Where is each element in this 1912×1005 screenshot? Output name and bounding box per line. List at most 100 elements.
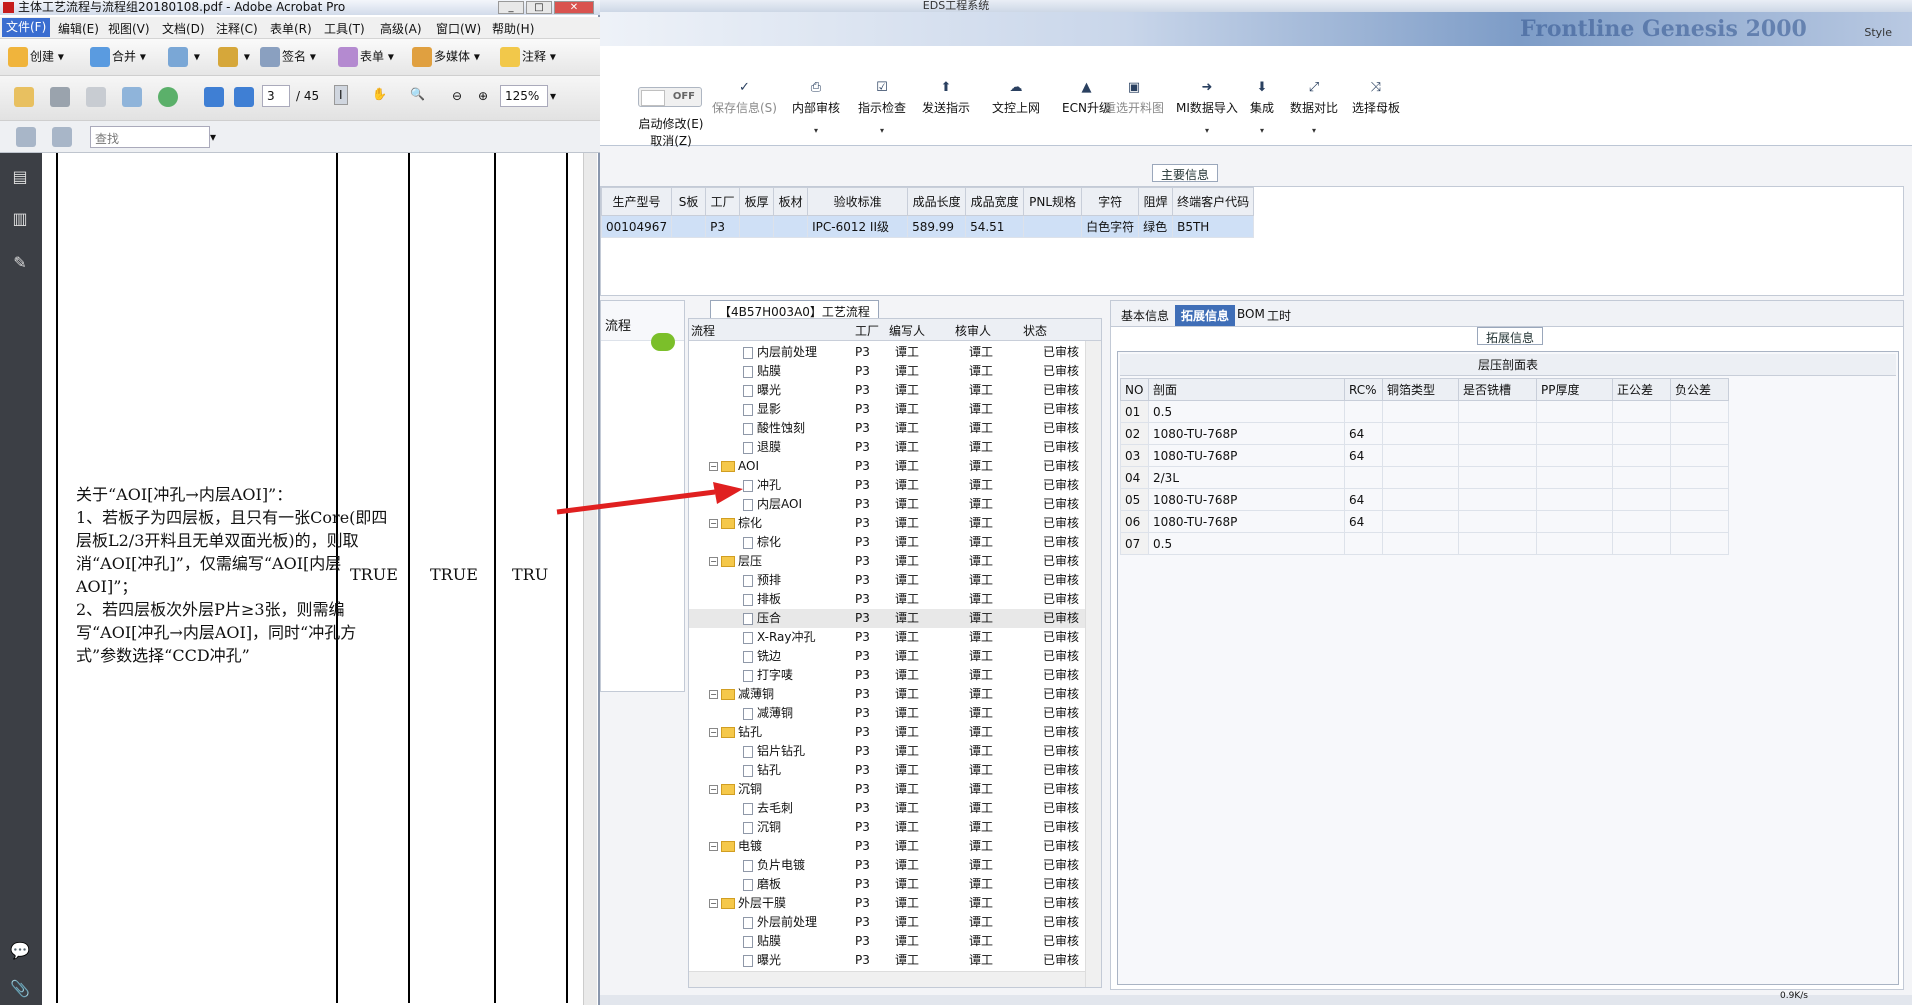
tree-node[interactable]: 打字唛 bbox=[743, 666, 793, 685]
tree-node[interactable]: 去毛刺 bbox=[743, 799, 793, 818]
tree-row[interactable]: 显影 P3 谭工 谭工 已审核 bbox=[689, 400, 1085, 419]
prev-page-icon[interactable] bbox=[204, 87, 226, 107]
tree-row[interactable]: 排板 P3 谭工 谭工 已审核 bbox=[689, 590, 1085, 609]
tree-row[interactable]: − 钻孔 P3 谭工 谭工 已审核 bbox=[689, 723, 1085, 742]
tree-row[interactable]: 冲孔 P3 谭工 谭工 已审核 bbox=[689, 476, 1085, 495]
menu-item[interactable]: 注释(C) bbox=[216, 20, 258, 37]
collapse-icon[interactable]: − bbox=[709, 462, 718, 471]
zoom-out-icon[interactable]: ⊖ bbox=[452, 89, 462, 103]
menu-item[interactable]: 文件(F) bbox=[2, 18, 51, 37]
collapse-icon[interactable]: − bbox=[709, 785, 718, 794]
menu-item[interactable]: 视图(V) bbox=[108, 20, 150, 37]
tree-row[interactable]: 去毛刺 P3 谭工 谭工 已审核 bbox=[689, 799, 1085, 818]
multimedia-button[interactable]: 多媒体 ▾ bbox=[412, 47, 480, 67]
tree-node[interactable]: − 层压 bbox=[709, 552, 762, 571]
menu-item[interactable]: 高级(A) bbox=[380, 20, 422, 37]
select-tool-icon[interactable]: I bbox=[334, 85, 348, 105]
attachments-icon[interactable]: 📎 bbox=[9, 979, 31, 1003]
comments-icon[interactable]: 💬 bbox=[9, 941, 31, 965]
tree-node[interactable]: 显影 bbox=[743, 400, 781, 419]
tree-row[interactable]: 预排 P3 谭工 谭工 已审核 bbox=[689, 571, 1085, 590]
tree-row[interactable]: 铣边 P3 谭工 谭工 已审核 bbox=[689, 647, 1085, 666]
menu-item[interactable]: 文档(D) bbox=[162, 20, 205, 37]
tree-row[interactable]: 曝光 P3 谭工 谭工 已审核 bbox=[689, 951, 1085, 970]
signatures-icon[interactable]: ✎ bbox=[9, 253, 31, 277]
ribbon-button[interactable]: ⬇ 集成 ▾ bbox=[1250, 80, 1274, 135]
tree-row[interactable]: − 电镀 P3 谭工 谭工 已审核 bbox=[689, 837, 1085, 856]
tree-node[interactable]: − 外层干膜 bbox=[709, 894, 786, 913]
tab[interactable]: 工时 bbox=[1261, 305, 1297, 326]
open-icon[interactable] bbox=[14, 87, 36, 107]
comment-button[interactable]: 注释 ▾ bbox=[500, 47, 556, 67]
sign-button[interactable]: 签名 ▾ bbox=[260, 47, 316, 67]
tree-row[interactable]: 棕化 P3 谭工 谭工 已审核 bbox=[689, 533, 1085, 552]
secure-button[interactable]: ▾ bbox=[218, 47, 250, 67]
comment-bubble-icon[interactable] bbox=[651, 333, 675, 351]
tree-row[interactable]: − 沉铜 P3 谭工 谭工 已审核 bbox=[689, 780, 1085, 799]
form-button[interactable]: 表单 ▾ bbox=[338, 47, 394, 67]
bookmarks-icon[interactable]: ▥ bbox=[9, 209, 31, 233]
menu-item[interactable]: 帮助(H) bbox=[492, 20, 534, 37]
ribbon-button[interactable]: ➜ MI数据导入 ▾ bbox=[1176, 80, 1238, 135]
tree-node[interactable]: 预排 bbox=[743, 571, 781, 590]
menu-item[interactable]: 编辑(E) bbox=[58, 20, 99, 37]
tree-node[interactable]: 排板 bbox=[743, 590, 781, 609]
tab[interactable]: 基本信息 bbox=[1115, 305, 1175, 326]
tree-node[interactable]: 退膜 bbox=[743, 438, 781, 457]
tree-row[interactable]: X-Ray冲孔 P3 谭工 谭工 已审核 bbox=[689, 628, 1085, 647]
tree-node[interactable]: 贴膜 bbox=[743, 362, 781, 381]
save-icon[interactable] bbox=[86, 87, 108, 107]
tree-row[interactable]: 钻孔 P3 谭工 谭工 已审核 bbox=[689, 761, 1085, 780]
tree-node[interactable]: 磨板 bbox=[743, 875, 781, 894]
table-row[interactable]: 00104967 P3 IPC-6012 II级 589.99 54.51 白色字符 绿色 B… bbox=[600, 215, 1255, 238]
menu-item[interactable]: 窗口(W) bbox=[436, 20, 481, 37]
zoom-tool-icon[interactable]: 🔍 bbox=[410, 87, 425, 101]
tree-row[interactable]: − 外层干膜 P3 谭工 谭工 已审核 bbox=[689, 894, 1085, 913]
tree-row[interactable]: 退膜 P3 谭工 谭工 已审核 bbox=[689, 438, 1085, 457]
ribbon-button[interactable]: ⬆ 发送指示 bbox=[922, 80, 970, 116]
tree-row[interactable]: − 层压 P3 谭工 谭工 已审核 bbox=[689, 552, 1085, 571]
page-number-input[interactable]: 3 bbox=[262, 85, 290, 107]
tree-node[interactable]: 内层前处理 bbox=[743, 343, 817, 362]
fit-page-icon[interactable] bbox=[16, 127, 38, 147]
create-button[interactable]: 创建 ▾ bbox=[8, 47, 64, 67]
menu-item[interactable]: 工具(T) bbox=[324, 20, 365, 37]
ribbon-button[interactable]: ✓ 保存信息(S) bbox=[712, 80, 777, 116]
tree-node[interactable]: − 电镀 bbox=[709, 837, 762, 856]
collapse-icon[interactable]: − bbox=[709, 728, 718, 737]
tree-node[interactable]: 负片电镀 bbox=[743, 856, 805, 875]
tree-row[interactable]: 贴膜 P3 谭工 谭工 已审核 bbox=[689, 362, 1085, 381]
ribbon-button[interactable]: ☁ 文控上网 bbox=[992, 80, 1040, 116]
cancel-button[interactable]: 取消(Z) bbox=[630, 133, 712, 150]
tree-row[interactable]: 打字唛 P3 谭工 谭工 已审核 bbox=[689, 666, 1085, 685]
table-row[interactable]: 02 1080-TU-768P 64 bbox=[1120, 422, 1729, 445]
table-row[interactable]: 06 1080-TU-768P 64 bbox=[1120, 510, 1729, 533]
collapse-icon[interactable]: − bbox=[709, 842, 718, 851]
merge-button[interactable]: 合并 ▾ bbox=[90, 47, 146, 67]
menu-item[interactable]: 表单(R) bbox=[270, 20, 312, 37]
tree-row[interactable]: 磨板 P3 谭工 谭工 已审核 bbox=[689, 875, 1085, 894]
tree-row[interactable]: 内层前处理 P3 谭工 谭工 已审核 bbox=[689, 343, 1085, 362]
tree-node[interactable]: 铝片钻孔 bbox=[743, 742, 805, 761]
share-button[interactable]: ▾ bbox=[168, 47, 200, 67]
tree-node[interactable]: 钻孔 bbox=[743, 761, 781, 780]
zoom-in-icon[interactable]: ⊕ bbox=[478, 89, 488, 103]
tree-row[interactable]: 贴膜 P3 谭工 谭工 已审核 bbox=[689, 932, 1085, 951]
tree-node[interactable]: 曝光 bbox=[743, 381, 781, 400]
modify-toggle[interactable]: OFF bbox=[638, 87, 702, 107]
tree-row[interactable]: 酸性蚀刻 P3 谭工 谭工 已审核 bbox=[689, 419, 1085, 438]
process-horizontal-scrollbar[interactable] bbox=[689, 971, 1085, 987]
tree-node[interactable]: 冲孔 bbox=[743, 476, 781, 495]
collapse-icon[interactable]: − bbox=[709, 899, 718, 908]
tree-node[interactable]: − 沉铜 bbox=[709, 780, 762, 799]
ribbon-button[interactable]: ⤨ 选择母板 bbox=[1352, 80, 1400, 116]
table-row[interactable]: 01 0.5 bbox=[1120, 400, 1729, 423]
find-input[interactable]: 查找 bbox=[90, 126, 210, 148]
tree-row[interactable]: − 减薄铜 P3 谭工 谭工 已审核 bbox=[689, 685, 1085, 704]
tree-node[interactable]: 减薄铜 bbox=[743, 704, 793, 723]
tree-node[interactable]: − 钻孔 bbox=[709, 723, 762, 742]
web-icon[interactable] bbox=[158, 87, 180, 107]
collapse-icon[interactable]: − bbox=[709, 557, 718, 566]
zoom-input[interactable]: 125% bbox=[500, 85, 548, 107]
close-button[interactable]: ✕ bbox=[554, 1, 594, 14]
